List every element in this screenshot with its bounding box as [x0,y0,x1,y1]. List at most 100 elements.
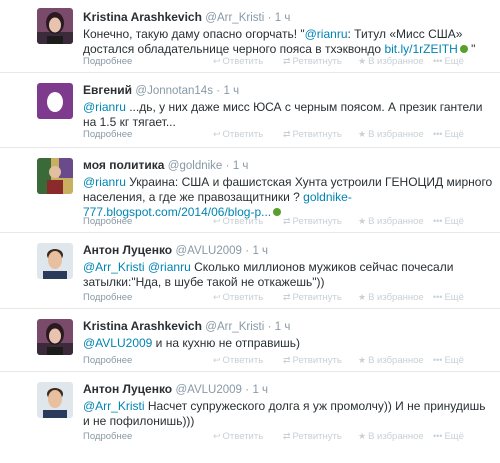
timestamp[interactable]: 1 ч [252,384,268,396]
fullname[interactable]: Kristina Arashkevich [83,319,202,333]
more-actions-label: Ещё [444,129,464,140]
retweet-button[interactable]: ⇄ Ретвитнуть [283,355,342,366]
retweet-label: Ретвитнуть [292,431,342,442]
reply-button[interactable]: ↩ Ответить [213,216,263,227]
separator: · [267,321,272,333]
fullname[interactable]: Евгений [83,83,132,97]
username[interactable]: @goldnike [168,160,223,172]
ellipsis-icon: ••• [433,216,443,226]
more-actions-button[interactable]: ••• Ещё [433,431,464,442]
tweet-footer: Подробнее ↩ Ответить ⇄ Ретвитнуть ★ В избра… [83,56,500,68]
tweet-text: @Arr_Kristi @rianru Сколько миллионов му… [83,260,490,290]
expand-link[interactable]: Подробнее [83,431,132,442]
avatar[interactable] [37,319,73,355]
reply-button[interactable]: ↩ Ответить [213,292,263,303]
retweet-label: Ретвитнуть [292,355,342,366]
expand-link[interactable]: Подробнее [83,216,132,227]
retweet-icon: ⇄ [283,216,291,226]
expand-link[interactable]: Подробнее [83,56,132,67]
reply-icon: ↩ [213,431,221,441]
reply-button[interactable]: ↩ Ответить [213,431,263,442]
favorite-button[interactable]: ★ В избранное [358,129,424,140]
reply-button[interactable]: ↩ Ответить [213,56,263,67]
separator: · [225,160,230,172]
tweet-text-part: достался обладательнице черного пояса в … [83,42,385,56]
ellipsis-icon: ••• [433,355,443,365]
more-actions-label: Ещё [444,292,464,303]
reply-button[interactable]: ↩ Ответить [213,129,263,140]
reply-label: Ответить [222,56,264,67]
expand-link[interactable]: Подробнее [83,355,132,366]
expand-link[interactable]: Подробнее [83,292,132,303]
avatar[interactable] [37,382,73,418]
fullname[interactable]: моя политика [83,158,164,172]
tweet-item[interactable]: Антон Луценко @AVLU2009 · 1 ч @Arr_Krist… [0,233,500,309]
favorite-button[interactable]: ★ В избранное [358,56,424,67]
favorite-button[interactable]: ★ В избранное [358,216,424,227]
url-link[interactable]: goldnike- [303,190,352,204]
tweet-item[interactable]: Евгений @Jonnotan14s · 1 ч @rianru ...дь… [0,73,500,148]
favorite-button[interactable]: ★ В избранное [358,431,424,442]
tweet-item[interactable]: Антон Луценко @AVLU2009 · 1 ч @Arr_Krist… [0,372,500,463]
mention-link[interactable]: @AVLU2009 [83,336,152,350]
username[interactable]: @Arr_Kristi [205,321,264,333]
username[interactable]: @Arr_Kristi [205,12,264,24]
tweet-footer: Подробнее ↩ Ответить ⇄ Ретвитнуть ★ В избра… [83,355,500,367]
more-actions-button[interactable]: ••• Ещё [433,216,464,227]
retweet-button[interactable]: ⇄ Ретвитнуть [283,56,342,67]
url-link[interactable]: bit.ly/1rZEITH [384,42,457,56]
tweet-header: Kristina Arashkevich @Arr_Kristi · 1 ч [83,319,490,334]
mention-link[interactable]: @rianru [148,260,191,274]
avatar[interactable] [37,243,73,279]
retweet-button[interactable]: ⇄ Ретвитнуть [283,431,342,442]
mention-link[interactable]: @rianru [83,100,126,114]
tweet-item[interactable]: Kristina Arashkevich @Arr_Kristi · 1 ч К… [0,0,500,73]
fullname[interactable]: Антон Луценко [83,243,172,257]
more-actions-button[interactable]: ••• Ещё [433,292,464,303]
retweet-label: Ретвитнуть [292,56,342,67]
favorite-button[interactable]: ★ В избранное [358,292,424,303]
favorite-button[interactable]: ★ В избранное [358,355,424,366]
reply-icon: ↩ [213,56,221,66]
timestamp[interactable]: 1 ч [223,85,239,97]
ellipsis-icon: ••• [433,431,443,441]
more-actions-button[interactable]: ••• Ещё [433,129,464,140]
retweet-button[interactable]: ⇄ Ретвитнуть [283,292,342,303]
tweet-text-part: и на кухню не отправишь) [152,336,301,350]
username[interactable]: @Jonnotan14s [135,85,213,97]
avatar[interactable] [37,8,73,44]
retweet-button[interactable]: ⇄ Ретвитнуть [283,129,342,140]
reply-button[interactable]: ↩ Ответить [213,355,263,366]
reply-icon: ↩ [213,355,221,365]
more-actions-button[interactable]: ••• Ещё [433,355,464,366]
fullname[interactable]: Антон Луценко [83,382,172,396]
mention-link[interactable]: @Arr_Kristi [83,260,145,274]
tweet-item[interactable]: моя политика @goldnike · 1 ч @rianru Укр… [0,148,500,233]
tweet-text-part: затылки:"Нда, в шубе такой не откажешь")… [83,275,325,289]
favorite-label: В избранное [368,56,424,67]
retweet-button[interactable]: ⇄ Ретвитнуть [283,216,342,227]
favorite-label: В избранное [368,355,424,366]
timestamp[interactable]: 1 ч [233,160,249,172]
expand-link[interactable]: Подробнее [83,129,132,140]
tweet-text: @AVLU2009 и на кухню не отправишь) [83,336,490,351]
timestamp[interactable]: 1 ч [275,321,291,333]
username[interactable]: @AVLU2009 [175,245,241,257]
star-icon: ★ [358,216,367,226]
media-icon[interactable] [459,45,468,53]
mention-link[interactable]: @Arr_Kristi [83,399,145,413]
mention-link[interactable]: @rianru [305,27,348,41]
media-icon[interactable] [273,208,282,216]
timestamp[interactable]: 1 ч [252,245,268,257]
reply-icon: ↩ [213,129,221,139]
more-actions-button[interactable]: ••• Ещё [433,56,464,67]
fullname[interactable]: Kristina Arashkevich [83,10,202,24]
ellipsis-icon: ••• [433,56,443,66]
more-actions-label: Ещё [444,56,464,67]
tweet-item[interactable]: Kristina Arashkevich @Arr_Kristi · 1 ч @… [0,309,500,372]
username[interactable]: @AVLU2009 [175,384,241,396]
avatar[interactable] [37,83,73,119]
mention-link[interactable]: @rianru [83,175,126,189]
avatar[interactable] [37,158,73,194]
timestamp[interactable]: 1 ч [275,12,291,24]
